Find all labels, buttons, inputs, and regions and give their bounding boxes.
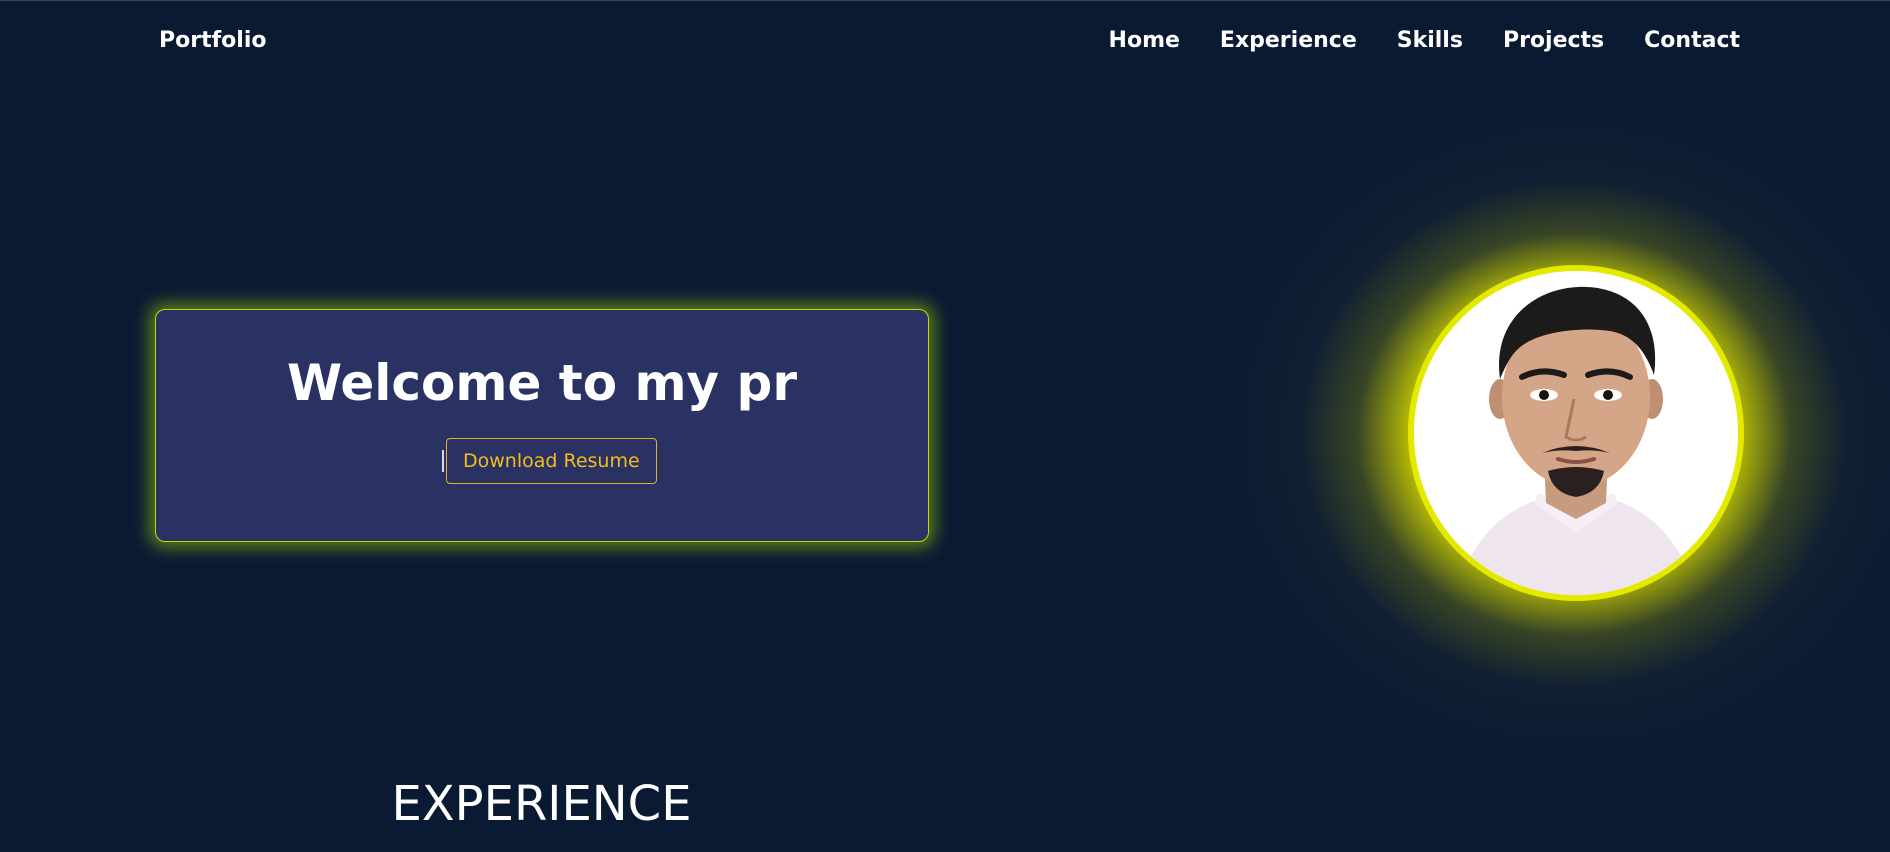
hero-title: Welcome to my pr: [286, 354, 798, 412]
brand-logo[interactable]: Portfolio: [159, 26, 267, 56]
nav-link-contact[interactable]: Contact: [1644, 26, 1740, 56]
download-resume-button[interactable]: Download Resume: [446, 438, 657, 484]
profile-photo-illustration: [1414, 271, 1738, 595]
nav-link-skills[interactable]: Skills: [1397, 26, 1463, 56]
nav-link-home[interactable]: Home: [1109, 26, 1180, 56]
experience-heading: EXPERIENCE: [391, 776, 692, 832]
hero-card: Welcome to my pr Download Resume: [155, 309, 929, 542]
typing-cursor: [442, 450, 444, 472]
nav-link-experience[interactable]: Experience: [1220, 26, 1357, 56]
profile-avatar: [1408, 265, 1744, 601]
portfolio-page: Portfolio Home Experience Skills Project…: [0, 0, 1890, 852]
top-nav: Home Experience Skills Projects Contact: [1109, 26, 1740, 56]
nav-link-projects[interactable]: Projects: [1503, 26, 1604, 56]
